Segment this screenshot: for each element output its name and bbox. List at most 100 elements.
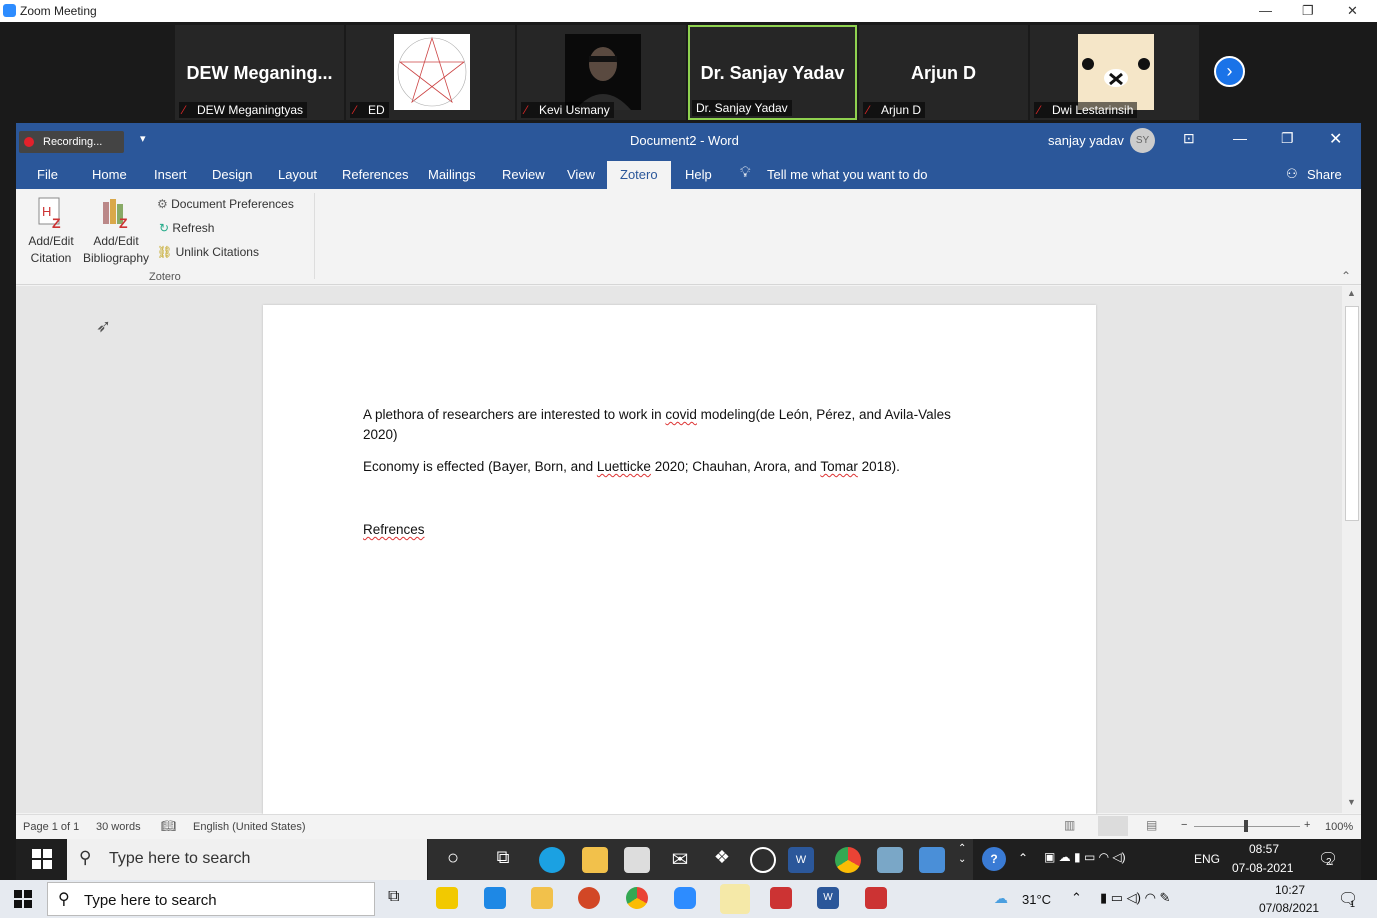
windows-start-icon[interactable] xyxy=(14,890,32,908)
mail-icon[interactable]: ✉ xyxy=(667,847,693,873)
scroll-thumb[interactable] xyxy=(1345,306,1359,521)
minimize-icon[interactable]: — xyxy=(1259,3,1272,18)
app-icon[interactable] xyxy=(877,847,903,873)
paragraph-2[interactable]: Economy is effected (Bayer, Born, and Lu… xyxy=(363,457,900,477)
word-icon[interactable]: W xyxy=(788,847,814,873)
next-page-chevron-icon[interactable]: › xyxy=(1214,56,1245,87)
tray-icons[interactable]: ▣ ☁ ▮ ▭ ◠ ◁) xyxy=(1044,850,1126,864)
tab-zotero[interactable]: Zotero xyxy=(607,161,671,189)
clock-date[interactable]: 07/08/2021 xyxy=(1259,901,1319,915)
file-explorer-icon[interactable] xyxy=(531,887,553,909)
minimize-icon[interactable]: — xyxy=(1233,130,1247,146)
participant-tile[interactable]: ⁄ ED xyxy=(346,25,515,120)
dropbox-icon[interactable]: ❖ xyxy=(709,847,735,873)
tray-chevron-icon[interactable]: ⌃ xyxy=(1018,851,1028,865)
document-canvas[interactable]: ➶ A plethora of researchers are interest… xyxy=(16,286,1361,825)
document-page[interactable]: A plethora of researchers are interested… xyxy=(263,305,1096,825)
participant-photo xyxy=(565,34,641,110)
taskbar-search-box[interactable]: ⚲ Type here to search xyxy=(47,882,375,916)
restore-icon[interactable]: ❐ xyxy=(1302,3,1314,19)
refresh-button[interactable]: ↻ Refresh xyxy=(159,221,214,235)
clock-time[interactable]: 08:57 xyxy=(1249,842,1279,856)
cortana-icon[interactable]: ○ xyxy=(440,847,466,873)
sticky-notes-icon[interactable] xyxy=(436,887,458,909)
ribbon-display-options-icon[interactable]: ⊡ xyxy=(1183,130,1195,147)
user-avatar[interactable]: SY xyxy=(1130,128,1155,153)
zoom-level[interactable]: 100% xyxy=(1325,821,1353,833)
tab-insert[interactable]: Insert xyxy=(154,167,187,182)
tab-help[interactable]: Help xyxy=(685,167,712,182)
active-speaker-tile[interactable]: Dr. Sanjay Yadav Dr. Sanjay Yadav xyxy=(688,25,857,120)
gear-icon: ⚙ xyxy=(157,197,168,211)
powerpoint-icon[interactable] xyxy=(578,887,600,909)
tab-view[interactable]: View xyxy=(567,167,595,182)
windows-start-icon[interactable] xyxy=(32,849,52,869)
add-edit-bibliography-button[interactable]: Add/Edit Bibliography xyxy=(80,233,152,267)
references-heading[interactable]: Refrences xyxy=(363,520,425,540)
tab-references[interactable]: References xyxy=(342,167,408,182)
scroll-down-arrow-icon[interactable]: ▼ xyxy=(1347,797,1356,807)
participant-tile[interactable]: Arjun D ⁄ Arjun D xyxy=(859,25,1028,120)
print-layout-icon[interactable] xyxy=(1098,816,1128,836)
vertical-scrollbar[interactable]: ▲ ▼ xyxy=(1342,286,1361,813)
tab-review[interactable]: Review xyxy=(502,167,545,182)
temperature[interactable]: 31°C xyxy=(1022,892,1051,907)
calendar-icon[interactable] xyxy=(484,887,506,909)
taskbar-scroll-icon[interactable]: ⌃ ⌄ xyxy=(958,843,966,865)
zoom-out-icon[interactable]: − xyxy=(1181,819,1187,831)
participant-tile[interactable]: ⁄ Kevi Usmany xyxy=(517,25,686,120)
taskbar-search-box[interactable]: ⚲ Type here to search xyxy=(67,839,427,880)
tab-design[interactable]: Design xyxy=(212,167,252,182)
restore-icon[interactable]: ❐ xyxy=(1281,130,1294,147)
paragraph-1[interactable]: A plethora of researchers are interested… xyxy=(363,405,951,445)
app-icon[interactable] xyxy=(720,884,750,914)
close-icon[interactable]: ✕ xyxy=(1347,3,1358,19)
collapse-ribbon-icon[interactable]: ⌃ xyxy=(1341,269,1351,283)
tab-home[interactable]: Home xyxy=(92,167,127,182)
document-preferences-button[interactable]: ⚙ Document Preferences xyxy=(157,197,294,211)
notifications-icon[interactable]: 🗨︎ xyxy=(1338,889,1358,909)
unlink-citations-button[interactable]: ⛓ Unlink Citations xyxy=(157,245,259,259)
zoom-icon[interactable] xyxy=(674,887,696,909)
zoom-in-icon[interactable]: + xyxy=(1304,819,1310,831)
language-indicator[interactable]: English (United States) xyxy=(193,821,306,833)
task-view-icon[interactable]: ⧉ xyxy=(490,847,516,873)
page-count[interactable]: Page 1 of 1 xyxy=(23,821,79,833)
user-name[interactable]: sanjay yadav xyxy=(1048,133,1124,148)
edge-icon[interactable] xyxy=(539,847,565,873)
file-explorer-icon[interactable] xyxy=(582,847,608,873)
clock-time[interactable]: 10:27 xyxy=(1275,883,1305,897)
tray-icons[interactable]: ▮ ▭ ◁) ◠ ✎ xyxy=(1100,890,1170,906)
tab-file[interactable]: File xyxy=(37,167,58,182)
tray-chevron-icon[interactable]: ⌃ xyxy=(1071,890,1082,906)
language-indicator[interactable]: ENG xyxy=(1194,852,1220,866)
chrome-icon[interactable] xyxy=(626,887,648,909)
word-count[interactable]: 30 words xyxy=(96,821,141,833)
app-icon[interactable] xyxy=(750,847,776,873)
participant-tile[interactable]: DEW Meganing... ⁄ DEW Meganingtyas xyxy=(175,25,344,120)
zoom-slider-thumb[interactable] xyxy=(1244,820,1248,832)
tab-mailings[interactable]: Mailings xyxy=(428,167,476,182)
tab-layout[interactable]: Layout xyxy=(278,167,317,182)
proofing-icon[interactable]: 📖︎ xyxy=(161,819,176,833)
close-icon[interactable]: ✕ xyxy=(1329,129,1342,149)
help-icon[interactable]: ? xyxy=(982,847,1006,871)
read-mode-icon[interactable]: ▥ xyxy=(1064,818,1075,832)
qat-dropdown-icon[interactable]: ▾ xyxy=(140,132,146,145)
web-layout-icon[interactable]: ▤ xyxy=(1146,818,1157,832)
store-icon[interactable] xyxy=(624,847,650,873)
scroll-up-arrow-icon[interactable]: ▲ xyxy=(1347,288,1356,298)
add-edit-citation-button[interactable]: Add/Edit Citation xyxy=(24,233,78,267)
recording-indicator[interactable]: Recording... xyxy=(19,131,124,153)
word-icon[interactable]: W xyxy=(817,887,839,909)
clock-date[interactable]: 07-08-2021 xyxy=(1232,861,1293,875)
tell-me-search[interactable]: Tell me what you want to do xyxy=(767,167,927,182)
app-icon[interactable] xyxy=(919,847,945,873)
chrome-icon[interactable] xyxy=(835,847,861,873)
task-view-icon[interactable]: ⧉ xyxy=(388,888,399,906)
share-button[interactable]: Share xyxy=(1307,167,1342,182)
zotero-icon[interactable] xyxy=(865,887,887,909)
zotero-icon[interactable] xyxy=(770,887,792,909)
participant-tile[interactable]: ⁄ Dwi Lestarinsih xyxy=(1030,25,1199,120)
participant-label: ⁄ Dwi Lestarinsih xyxy=(1034,102,1138,118)
